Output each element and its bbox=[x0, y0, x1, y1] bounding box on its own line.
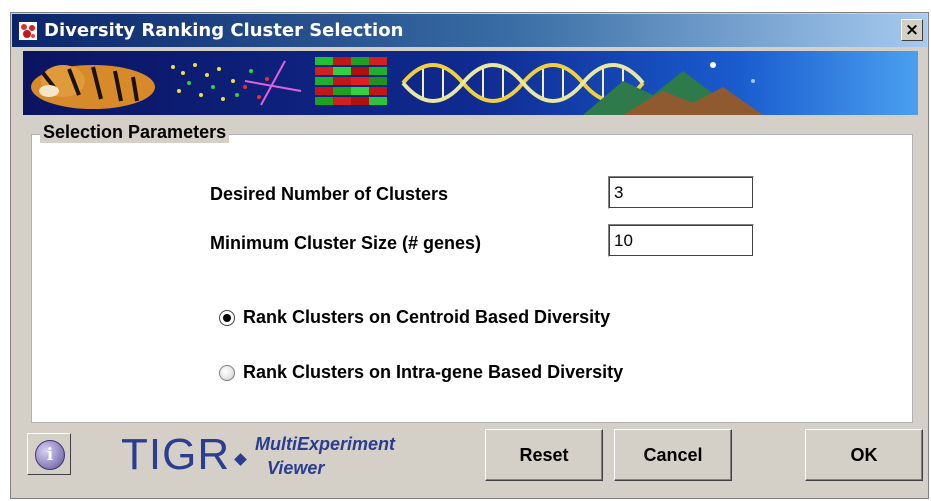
tigr-logo: TIGR bbox=[121, 430, 231, 479]
radio-centroid[interactable]: Rank Clusters on Centroid Based Diversit… bbox=[219, 307, 610, 328]
reset-button[interactable]: Reset bbox=[485, 429, 603, 481]
title-bar[interactable]: Diversity Ranking Cluster Selection × bbox=[12, 14, 927, 47]
min-size-input[interactable] bbox=[608, 224, 754, 257]
ok-button[interactable]: OK bbox=[805, 429, 923, 481]
radio-intragene-button[interactable] bbox=[219, 364, 235, 381]
cancel-button[interactable]: Cancel bbox=[614, 429, 732, 481]
app-icon bbox=[19, 22, 37, 40]
radio-intragene-label: Rank Clusters on Intra-gene Based Divers… bbox=[243, 362, 624, 382]
close-icon: × bbox=[904, 20, 920, 40]
radio-intragene[interactable]: Rank Clusters on Intra-gene Based Divers… bbox=[219, 362, 623, 383]
min-size-label: Minimum Cluster Size (# genes) bbox=[210, 233, 482, 253]
radio-centroid-button[interactable] bbox=[219, 309, 235, 326]
window-title: Diversity Ranking Cluster Selection bbox=[44, 20, 404, 41]
info-button[interactable]: i bbox=[27, 433, 71, 475]
logo-dot bbox=[234, 453, 247, 466]
clusters-label: Desired Number of Clusters bbox=[210, 184, 449, 204]
banner-image bbox=[23, 51, 918, 115]
radio-centroid-label: Rank Clusters on Centroid Based Diversit… bbox=[243, 307, 611, 327]
close-button[interactable]: × bbox=[901, 19, 923, 41]
selection-parameters-group: Selection Parameters Desired Number of C… bbox=[31, 122, 913, 423]
clusters-input[interactable] bbox=[608, 176, 754, 209]
logo-multiexperiment: MultiExperiment bbox=[255, 434, 396, 454]
logo-viewer: Viewer bbox=[267, 458, 325, 478]
dialog-window: Diversity Ranking Cluster Selection × Se… bbox=[10, 12, 929, 499]
group-legend: Selection Parameters bbox=[40, 122, 230, 143]
info-icon: i bbox=[35, 440, 65, 470]
